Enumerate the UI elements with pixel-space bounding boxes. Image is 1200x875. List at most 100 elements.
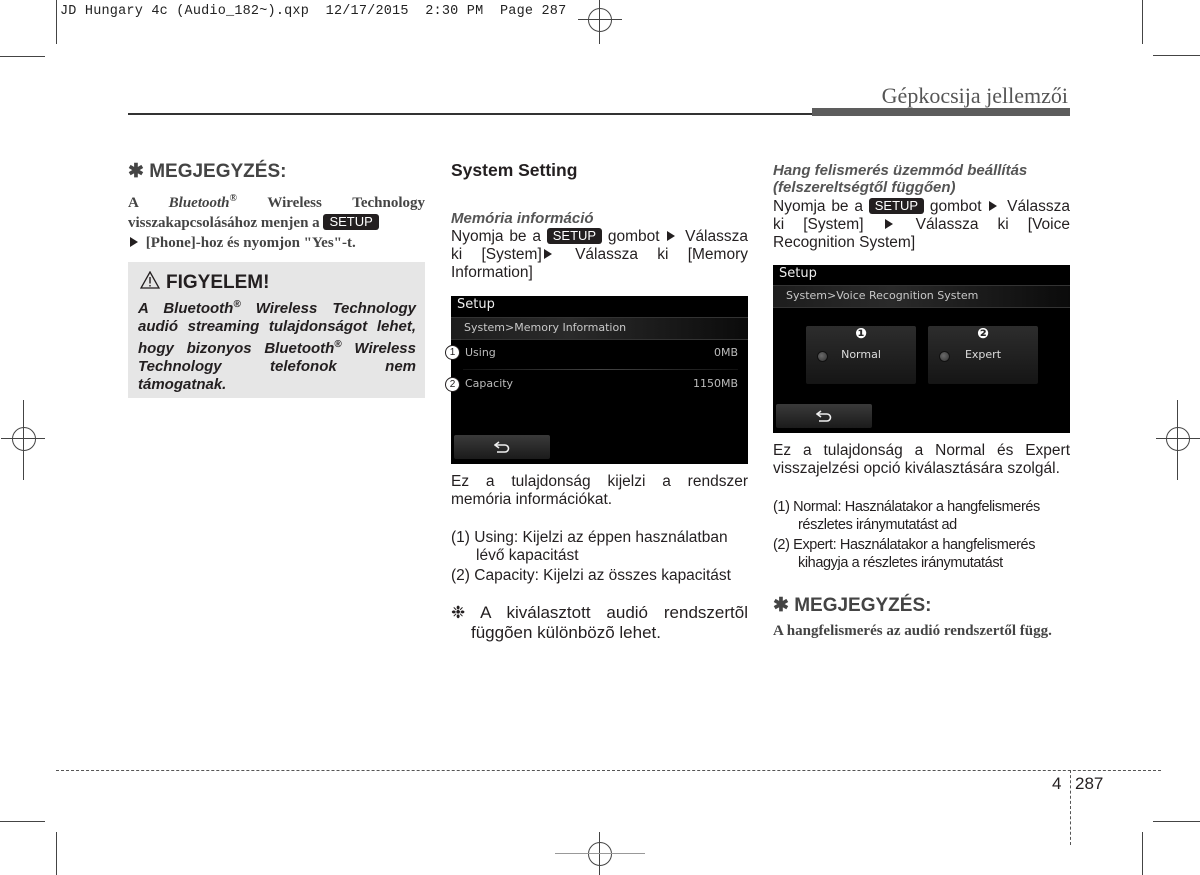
registration-mark-line bbox=[603, 853, 645, 854]
print-slug: JD Hungary 4c (Audio_182~).qxp 12/17/201… bbox=[60, 4, 567, 19]
registration-mark-line bbox=[1177, 400, 1178, 480]
instruction-fragment: gombot bbox=[602, 228, 666, 245]
warning-text: A Bluetooth bbox=[138, 300, 234, 317]
screen-breadcrumb: System>Voice Recognition System bbox=[773, 285, 1070, 308]
back-arrow-icon bbox=[494, 441, 510, 453]
capacity-value: 1150MB bbox=[692, 377, 738, 390]
screen-breadcrumb: System>Memory Information bbox=[451, 317, 748, 340]
callout-2: 2 bbox=[445, 377, 460, 392]
setup-button-badge: SETUP bbox=[546, 228, 603, 244]
note-text: [Phone]-hoz és nyomjon "Yes"-t. bbox=[142, 235, 356, 251]
crop-mark bbox=[0, 56, 45, 57]
item-list: (1) Normal: Használatakor a hangfelismer… bbox=[773, 498, 1070, 572]
arrow-right-icon bbox=[667, 231, 676, 241]
registration-mark bbox=[588, 8, 612, 32]
column-3-lower: Ez a tulajdonság a Normal és Expert viss… bbox=[773, 442, 1070, 641]
footer-dashed-divider bbox=[1070, 770, 1071, 845]
arrow-right-icon bbox=[989, 201, 998, 211]
setup-screen-voice-recognition: Setup System>Voice Recognition System ❶ … bbox=[773, 265, 1070, 433]
using-label: Using bbox=[465, 346, 496, 359]
warning-body: A Bluetooth® Wireless Technology audió s… bbox=[138, 296, 416, 394]
note-text-bluetooth: Bluetooth bbox=[168, 195, 230, 211]
list-number: (1) bbox=[451, 529, 470, 546]
note-title: ✱ MEGJEGYZÉS: bbox=[128, 161, 287, 182]
capacity-label: Capacity bbox=[465, 377, 514, 390]
registration-mark bbox=[588, 842, 612, 866]
note-body: A Bluetooth® Wireless Technology visszak… bbox=[128, 189, 425, 253]
registration-mark-line bbox=[23, 400, 24, 480]
subsection-title-line: Hang felismerés üzemmód beállítás bbox=[773, 162, 1028, 179]
section-title: System Setting bbox=[451, 160, 578, 180]
registration-mark-line bbox=[578, 19, 622, 20]
item-list: (1) Using: Kijelzi az éppen használatban… bbox=[451, 529, 748, 585]
crop-mark bbox=[56, 0, 57, 44]
list-number: (2) bbox=[451, 567, 470, 584]
callout-2: ❷ bbox=[977, 326, 989, 342]
footer-dashed-rule bbox=[56, 770, 1161, 771]
list-text: Expert: Használatakor a hangfelismerés k… bbox=[793, 537, 1036, 571]
list-number: (2) bbox=[773, 537, 790, 553]
back-button[interactable] bbox=[454, 435, 550, 459]
breadcrumb-text: System>Memory Information bbox=[464, 321, 627, 334]
chapter-number: 4 bbox=[1052, 774, 1062, 793]
registration-mark-line bbox=[555, 853, 603, 854]
subsection-title-line: (felszereltségtől függően) bbox=[773, 179, 956, 196]
subsection-title: Hang felismerés üzemmód beállítás (felsz… bbox=[773, 162, 1070, 196]
arrow-right-icon bbox=[543, 249, 552, 259]
list-text: Normal: Használatakor a hangfelismerés r… bbox=[793, 499, 1040, 533]
warning-title-text: FIGYELEM! bbox=[166, 272, 270, 293]
callout-1: 1 bbox=[445, 345, 460, 360]
warning-title: FIGYELEM! bbox=[139, 270, 270, 294]
option-expert-button[interactable]: ❷ Expert bbox=[928, 326, 1038, 384]
option-label: Normal bbox=[841, 348, 881, 361]
list-item: (2) Expert: Használatakor a hangfelismer… bbox=[773, 536, 1070, 572]
registered-mark: ® bbox=[233, 299, 241, 310]
crop-mark bbox=[56, 832, 57, 875]
breadcrumb-text: System>Voice Recognition System bbox=[786, 289, 979, 302]
arrow-right-icon bbox=[130, 237, 138, 247]
list-item: (1) Using: Kijelzi az éppen használatban… bbox=[451, 529, 748, 565]
setup-button-badge: SETUP bbox=[323, 214, 379, 230]
registered-mark: ® bbox=[334, 339, 342, 350]
arrow-right-icon bbox=[884, 219, 893, 229]
column-3: Hang felismerés üzemmód beállítás (felsz… bbox=[773, 162, 1070, 252]
back-button[interactable] bbox=[776, 404, 872, 428]
setup-button-badge: SETUP bbox=[868, 198, 925, 214]
description-text: Ez a tulajdonság kijelzi a rendszer memó… bbox=[451, 473, 748, 508]
registration-mark bbox=[1166, 427, 1190, 451]
page-number: 287 bbox=[1075, 774, 1104, 793]
using-value: 0MB bbox=[713, 346, 738, 359]
registered-mark: ® bbox=[229, 193, 237, 204]
list-item: (2) Capacity: Kijelzi az összes kapacitá… bbox=[451, 567, 748, 585]
header-rule bbox=[128, 113, 812, 115]
warning-box: FIGYELEM! A Bluetooth® Wireless Technolo… bbox=[128, 262, 425, 398]
list-item: (1) Normal: Használatakor a hangfelismer… bbox=[773, 498, 1070, 534]
registration-mark-line bbox=[1156, 438, 1200, 439]
instruction-fragment: Nyomja be a bbox=[451, 228, 547, 245]
screen-title: Setup bbox=[457, 297, 495, 312]
instruction-fragment: gombot bbox=[924, 198, 988, 215]
instruction-text: Nyomja be a SETUP gombot Válassza ki [Sy… bbox=[773, 198, 1070, 252]
option-label: Expert bbox=[964, 348, 1002, 361]
registration-mark-line bbox=[1, 438, 45, 439]
header-bar bbox=[812, 108, 1070, 116]
callout-1: ❶ bbox=[855, 326, 867, 342]
note-title: ✱ MEGJEGYZÉS: bbox=[773, 595, 932, 616]
instruction-text: Nyomja be a SETUP gombot Válassza ki [Sy… bbox=[451, 228, 748, 282]
crop-mark bbox=[1142, 0, 1143, 44]
instruction-fragment: Nyomja be a bbox=[773, 198, 869, 215]
registration-mark bbox=[12, 427, 36, 451]
option-normal-button[interactable]: ❶ Normal bbox=[806, 326, 916, 384]
column-2: System Setting Memória információ Nyomja… bbox=[451, 160, 748, 282]
warning-triangle-icon bbox=[139, 270, 161, 289]
crop-mark bbox=[1153, 55, 1200, 56]
crop-mark bbox=[0, 821, 45, 822]
crop-mark bbox=[1142, 832, 1143, 875]
list-number: (1) bbox=[773, 499, 790, 515]
column-2-lower: Ez a tulajdonság kijelzi a rendszer memó… bbox=[451, 473, 748, 643]
screen-title: Setup bbox=[779, 266, 817, 281]
list-text: Capacity: Kijelzi az összes kapacitást bbox=[474, 567, 731, 584]
running-head-title: Gépkocsija jellemzői bbox=[881, 83, 1068, 108]
description-text: Ez a tulajdonság a Normal és Expert viss… bbox=[773, 442, 1070, 477]
setup-screen-memory: Setup System>Memory Information Using 0M… bbox=[451, 296, 748, 464]
